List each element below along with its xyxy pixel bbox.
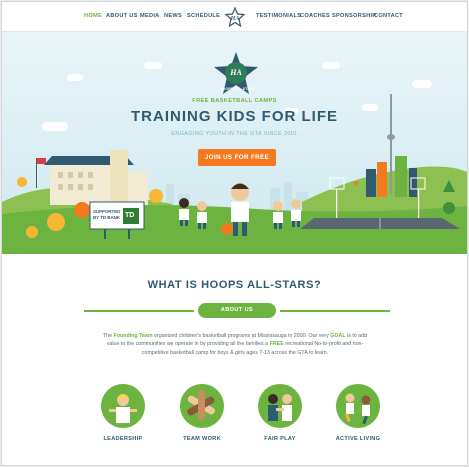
about-text-highlight: GOAL — [330, 333, 346, 339]
feature-team-work[interactable]: TEAM WORK — [172, 384, 232, 442]
sponsor-line-1: SUPPORTED — [93, 209, 121, 214]
nav-media[interactable]: MEDIA — [140, 13, 160, 19]
leader-kid-icon — [101, 384, 145, 428]
badge-text: HOOPS ALL-STARS — [220, 87, 256, 91]
divider-left — [84, 310, 194, 312]
feature-leadership[interactable]: LEADERSHIP — [93, 384, 153, 442]
fair-play-icon — [258, 384, 302, 428]
nav-about-us[interactable]: ABOUT US — [106, 13, 138, 19]
nav-coaches[interactable]: COACHES — [300, 13, 330, 19]
about-text-part: organized children's basketball programs… — [152, 333, 331, 339]
active-living-icon — [336, 384, 380, 428]
divider-right — [280, 310, 390, 312]
join-us-button[interactable]: JOIN US FOR FREE — [198, 149, 276, 166]
about-us-button[interactable]: ABOUT US — [198, 303, 276, 318]
nav-news[interactable]: NEWS — [164, 13, 182, 19]
about-text-highlight: Founding Team — [113, 333, 153, 339]
about-description: The Founding Team organized children's b… — [97, 332, 373, 357]
feature-label: LEADERSHIP — [103, 436, 143, 442]
feature-label: FAIR PLAY — [264, 436, 296, 442]
nav-home[interactable]: HOME — [84, 13, 102, 19]
nav-testimonials[interactable]: TESTIMONIALS — [256, 13, 301, 19]
svg-text:HA: HA — [230, 16, 240, 22]
feature-fair-play[interactable]: FAIR PLAY — [250, 384, 310, 442]
feature-label: TEAM WORK — [183, 436, 221, 442]
hero-subline: ENGAGING YOUTH IN THE GTA SINCE 2001 — [171, 131, 298, 137]
feature-label: ACTIVE LIVING — [335, 436, 381, 442]
hero-kicker: FREE BASKETBALL CAMPS — [192, 98, 277, 104]
school-building — [44, 150, 148, 205]
sponsor-line-2: BY TD BANK — [93, 215, 120, 220]
page-frame: HOME ABOUT US MEDIA NEWS SCHEDULE HA TES… — [1, 1, 468, 466]
top-nav: HOME ABOUT US MEDIA NEWS SCHEDULE HA TES… — [2, 2, 467, 32]
about-title: WHAT IS HOOPS ALL-STARS? — [147, 279, 322, 291]
nav-sponsorship[interactable]: SPONSORSHIP — [332, 13, 376, 19]
about-text-part: The — [102, 333, 114, 339]
about-text-highlight: FREE — [269, 341, 284, 348]
team-hands-icon — [180, 384, 224, 428]
hero-section: SUPPORTED BY TD BANK TD HA HOOPS ALL-STA… — [2, 32, 467, 254]
nav-logo-icon[interactable]: HA — [224, 7, 246, 27]
feature-active-living[interactable]: ACTIVE LIVING — [328, 384, 388, 442]
svg-text:HA: HA — [229, 68, 242, 77]
nav-contact[interactable]: CONTACT — [374, 13, 403, 19]
hero-headline: TRAINING KIDS FOR LIFE — [131, 108, 338, 125]
td-logo: TD — [125, 212, 135, 219]
nav-schedule[interactable]: SCHEDULE — [187, 13, 220, 19]
